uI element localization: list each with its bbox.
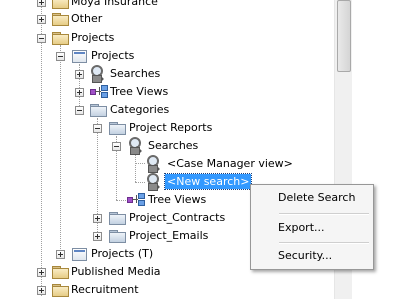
tree-node-searches-reports[interactable]: Searches [146, 138, 200, 153]
tree-node-tree-views-reports[interactable]: Tree Views [146, 192, 208, 207]
menu-separator [279, 242, 369, 244]
scrollbar-thumb[interactable] [337, 0, 351, 72]
collapse-toggle[interactable] [75, 106, 84, 115]
tree-node-new-search[interactable]: <New search> [163, 173, 253, 190]
project-icon [72, 50, 87, 63]
tree-node-tree-views[interactable]: Tree Views [108, 84, 170, 99]
search-icon [128, 137, 146, 155]
tree-node-categories[interactable]: Categories [108, 102, 171, 117]
expand-toggle[interactable] [37, 268, 46, 277]
folder-icon [52, 32, 69, 45]
tree-view-icon [127, 193, 145, 206]
expand-toggle[interactable] [75, 70, 84, 79]
tree-node-other[interactable]: Other [69, 11, 104, 26]
context-menu: Delete Search Export... Security... [250, 184, 374, 270]
expand-toggle[interactable] [37, 0, 46, 7]
collapse-toggle[interactable] [56, 52, 65, 61]
tree-connector-line [60, 45, 61, 255]
category-folder-icon [109, 122, 126, 135]
category-folder-icon [90, 104, 107, 117]
tree-connector-line [116, 200, 126, 201]
tree-node-projects-t[interactable]: Projects (T) [89, 246, 155, 261]
expand-toggle[interactable] [93, 232, 102, 241]
category-folder-icon [109, 212, 126, 225]
tree-connector-line [135, 154, 136, 182]
category-folder-icon [109, 230, 126, 243]
expand-toggle[interactable] [75, 88, 84, 97]
folder-icon [52, 284, 69, 297]
tree-node-project-reports[interactable]: Project Reports [127, 120, 214, 135]
tree-node-projects-project[interactable]: Projects [89, 48, 136, 63]
search-icon [146, 155, 164, 173]
search-icon [90, 65, 108, 83]
folder-icon [52, 266, 69, 279]
tree-connector-line [135, 182, 145, 183]
tree-connector-line [135, 163, 145, 164]
tree-node-moya-insurance[interactable]: Moya Insurance [69, 0, 160, 9]
menu-item-export[interactable]: Export... [254, 217, 370, 238]
tree-node-recruitment[interactable]: Recruitment [69, 282, 141, 297]
search-icon [146, 173, 164, 191]
project-icon [72, 248, 87, 261]
expand-toggle[interactable] [93, 214, 102, 223]
tree-node-searches[interactable]: Searches [108, 66, 162, 81]
tree-node-case-manager-view[interactable]: <Case Manager view> [165, 156, 295, 171]
menu-item-security[interactable]: Security... [254, 245, 370, 266]
collapse-toggle[interactable] [37, 34, 46, 43]
folder-icon [52, 0, 69, 9]
folder-icon [52, 13, 69, 26]
tree-connector-line [41, 0, 42, 296]
tree-node-published-media[interactable]: Published Media [69, 264, 163, 279]
tree-view-icon [90, 85, 108, 98]
expand-toggle[interactable] [37, 15, 46, 24]
collapse-toggle[interactable] [93, 124, 102, 133]
menu-separator [279, 213, 369, 215]
expand-toggle[interactable] [37, 286, 46, 295]
menu-item-delete-search[interactable]: Delete Search [254, 187, 370, 208]
tree-node-projects-folder[interactable]: Projects [69, 30, 116, 45]
expand-toggle[interactable] [56, 250, 65, 259]
collapse-toggle[interactable] [112, 142, 121, 151]
tree-node-project-emails[interactable]: Project_Emails [127, 228, 210, 243]
tree-node-project-contracts[interactable]: Project_Contracts [127, 210, 227, 225]
